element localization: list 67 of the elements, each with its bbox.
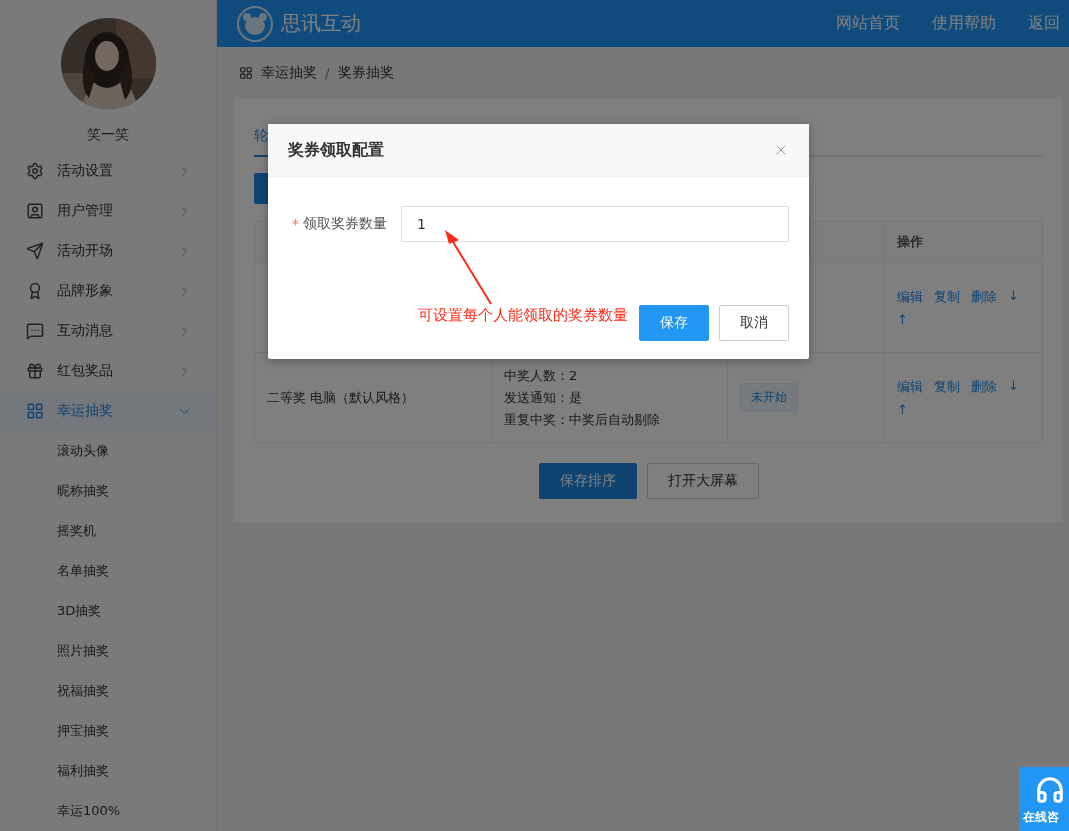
- menu-label: 互动消息: [57, 322, 114, 340]
- menu-icon: [26, 322, 44, 340]
- submenu-item[interactable]: 押宝抽奖: [0, 711, 216, 751]
- breadcrumb-separator: /: [325, 65, 330, 81]
- menu-icon: [26, 402, 44, 420]
- submenu-item[interactable]: 祝福抽奖: [0, 671, 216, 711]
- grid-icon: [239, 66, 253, 80]
- sidebar-item[interactable]: 幸运抽奖: [0, 391, 216, 431]
- action-button[interactable]: 保存排序: [538, 463, 637, 499]
- menu-label: 红包奖品: [57, 362, 114, 380]
- sidebar-item[interactable]: 互动消息: [0, 311, 216, 351]
- submenu-item[interactable]: 福利抽奖: [0, 751, 216, 791]
- brand-name: 思讯互动: [281, 10, 362, 37]
- action-link[interactable]: 复制: [934, 288, 960, 306]
- sidebar-item[interactable]: 用户管理: [0, 191, 216, 231]
- menu-icon: [26, 202, 44, 220]
- input-field[interactable]: 1: [401, 206, 789, 242]
- submenu-item[interactable]: 滚动头像: [0, 431, 216, 471]
- breadcrumb-item[interactable]: 幸运抽奖: [261, 64, 317, 82]
- status-tag: 未开始: [740, 383, 798, 412]
- menu-label: 幸运抽奖: [57, 402, 114, 420]
- menu-icon: [26, 362, 44, 380]
- action-link[interactable]: ↑: [897, 312, 908, 327]
- annotation-text: 可设置每个人能领取的奖券数量: [418, 306, 628, 325]
- prize-detail: 重复中奖：中奖后自动剔除: [504, 410, 661, 429]
- user-name: 笑一笑: [86, 125, 130, 144]
- nav-link[interactable]: 使用帮助: [932, 13, 996, 34]
- submenu-item[interactable]: 照片抽奖: [0, 631, 216, 671]
- prize-detail: 发送通知：是: [504, 388, 583, 407]
- action-button[interactable]: 打开大屏幕: [646, 463, 759, 499]
- logo-icon: [237, 5, 273, 42]
- menu-icon: [26, 242, 44, 260]
- action-link[interactable]: 删除: [971, 288, 997, 306]
- menu-label: 用户管理: [57, 202, 114, 220]
- sidebar-item[interactable]: 活动开场: [0, 231, 216, 271]
- breadcrumb-item[interactable]: 奖券抽奖: [337, 64, 394, 82]
- action-link[interactable]: ↑: [897, 402, 908, 417]
- sidebar-item[interactable]: 品牌形象: [0, 271, 216, 311]
- action-link[interactable]: 编辑: [897, 288, 923, 306]
- sidebar-item[interactable]: 红包奖品: [0, 351, 216, 391]
- submenu-item[interactable]: 摇奖机: [0, 511, 216, 551]
- submenu-item[interactable]: 昵称抽奖: [0, 471, 216, 511]
- menu-icon: [26, 162, 44, 180]
- required-mark: *: [292, 216, 299, 232]
- submenu-item[interactable]: 3D抽奖: [0, 591, 216, 631]
- action-link[interactable]: 复制: [934, 378, 960, 396]
- nav-link[interactable]: 返回: [1028, 13, 1060, 34]
- submenu-item[interactable]: 名单抽奖: [0, 551, 216, 591]
- field-label: 领取奖券数量: [303, 215, 388, 233]
- nav-link[interactable]: 网站首页: [836, 13, 900, 34]
- column-header: 操作: [885, 222, 1043, 263]
- submenu-item[interactable]: 幸运100%: [0, 791, 216, 831]
- menu-label: 活动设置: [57, 162, 114, 180]
- action-link[interactable]: ↓: [1008, 288, 1019, 306]
- action-link[interactable]: ↓: [1008, 378, 1019, 396]
- action-link[interactable]: 删除: [971, 378, 997, 396]
- menu-label: 品牌形象: [57, 282, 114, 300]
- sidebar-item[interactable]: 活动设置: [0, 151, 216, 191]
- action-link[interactable]: 编辑: [897, 378, 923, 396]
- prize-name: 二等奖 电脑（默认风格）: [267, 388, 416, 407]
- prize-detail: 中奖人数：2: [504, 366, 579, 385]
- menu-label: 活动开场: [57, 242, 114, 260]
- dialog-button[interactable]: 保存: [639, 305, 709, 341]
- headset-icon: [1035, 775, 1065, 805]
- dialog-title: 奖券领取配置: [288, 139, 385, 161]
- chat-button[interactable]: 在线咨: [1019, 767, 1069, 831]
- dialog-button[interactable]: 取消: [719, 305, 789, 341]
